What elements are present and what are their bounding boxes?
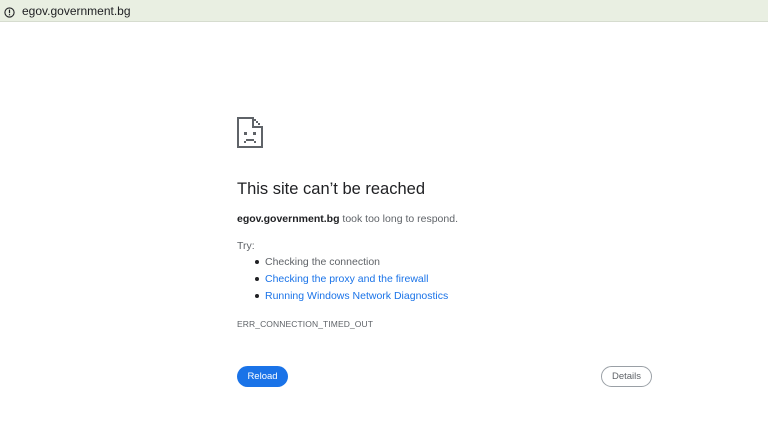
suggestions-list: Checking the connection Checking the pro…	[237, 255, 448, 306]
url-text[interactable]: egov.government.bg	[22, 3, 131, 19]
try-label: Try:	[237, 240, 255, 252]
sad-document-icon	[237, 117, 263, 148]
error-host: egov.government.bg	[237, 213, 340, 225]
suggestion-check-proxy-firewall-link[interactable]: Checking the proxy and the firewall	[237, 272, 448, 289]
error-message: took too long to respond.	[339, 213, 458, 225]
error-title: This site can’t be reached	[237, 180, 426, 198]
suggestion-network-diagnostics-link[interactable]: Running Windows Network Diagnostics	[237, 289, 448, 306]
address-bar[interactable]: egov.government.bg	[0, 0, 768, 22]
reload-button[interactable]: Reload	[237, 366, 288, 387]
details-button[interactable]: Details	[601, 366, 652, 387]
error-code: ERR_CONNECTION_TIMED_OUT	[237, 319, 374, 329]
info-icon[interactable]	[4, 5, 15, 18]
error-summary: egov.government.bg took too long to resp…	[237, 212, 458, 226]
suggestion-check-connection: Checking the connection	[237, 255, 448, 272]
